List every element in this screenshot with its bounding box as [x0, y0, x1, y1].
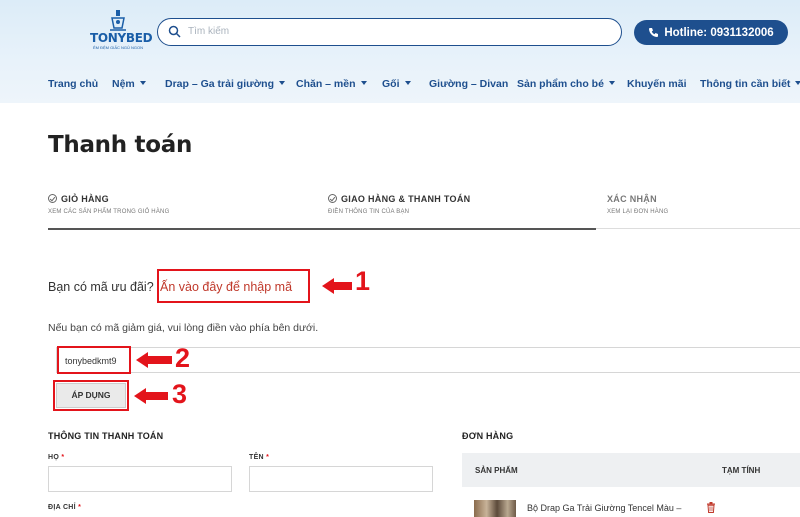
- search-input[interactable]: Tìm kiếm: [157, 18, 622, 46]
- step-progress-todo: [596, 228, 800, 229]
- step-progress-done: [48, 228, 596, 230]
- product-name[interactable]: Bộ Drap Ga Trải Giường Tencel Màu –: [527, 503, 681, 513]
- annotation-arrow-3-icon: [134, 388, 168, 404]
- step-confirm: XÁC NHẬN XEM LẠI ĐƠN HÀNG: [607, 194, 668, 215]
- logo-tagline: ÊM ĐỆM GIẤC NGỦ NGON: [92, 45, 143, 50]
- annotation-number-2: 2: [175, 343, 191, 373]
- nav-item-pillow[interactable]: Gối: [382, 78, 411, 90]
- nav-item-bedsheet[interactable]: Drap – Ga trải giường: [165, 78, 286, 90]
- order-title: ĐƠN HÀNG: [462, 431, 514, 441]
- step-cart[interactable]: GIỎ HÀNG XEM CÁC SẢN PHẨM TRONG GIỎ HÀNG: [48, 194, 169, 215]
- search-icon: [168, 25, 181, 38]
- nav-item-promotion[interactable]: Khuyến mãi: [627, 78, 687, 90]
- last-name-label: HỌ *: [48, 454, 65, 461]
- annotation-arrow-1-icon: [322, 278, 352, 294]
- step-title: GIỎ HÀNG: [61, 194, 109, 204]
- logo-mark-icon: [107, 8, 129, 32]
- chevron-down-icon: [404, 81, 411, 85]
- annotation-box-3: [53, 380, 129, 411]
- annotation-number-1: 1: [355, 266, 371, 296]
- step-shipping[interactable]: GIAO HÀNG & THANH TOÁN ĐIỀN THÔNG TIN CỦ…: [328, 194, 470, 215]
- col-product: SẢN PHẨM: [475, 466, 518, 475]
- check-circle-icon: [48, 194, 57, 203]
- product-thumbnail[interactable]: [474, 500, 516, 517]
- phone-icon: [649, 28, 659, 37]
- step-subtitle: XEM LẠI ĐƠN HÀNG: [607, 209, 669, 215]
- site-header: TONYBED ÊM ĐỆM GIẤC NGỦ NGON Tìm kiếm Ho…: [0, 0, 800, 103]
- step-title: XÁC NHẬN: [607, 194, 657, 204]
- billing-title: THÔNG TIN THANH TOÁN: [48, 431, 164, 441]
- chevron-down-icon: [608, 81, 615, 85]
- chevron-down-icon: [360, 81, 367, 85]
- address-label: ĐỊA CHỈ *: [48, 504, 82, 511]
- hotline-button[interactable]: Hotline: 0931132006: [634, 20, 788, 45]
- chevron-down-icon: [795, 81, 800, 85]
- hotline-label: Hotline: 0931132006: [664, 26, 774, 39]
- logo-brand: TONYBED: [90, 31, 153, 45]
- search-placeholder: Tìm kiếm: [188, 26, 230, 37]
- chevron-down-icon: [279, 81, 286, 85]
- step-title: GIAO HÀNG & THANH TOÁN: [341, 194, 471, 204]
- nav-item-mattress[interactable]: Nệm: [112, 78, 146, 90]
- coupon-help-text: Nếu bạn có mã giảm giá, vui lòng điền và…: [48, 322, 319, 334]
- annotation-box-2: [57, 346, 131, 374]
- first-name-label: TÊN *: [249, 454, 270, 461]
- step-subtitle: XEM CÁC SẢN PHẨM TRONG GIỎ HÀNG: [48, 209, 170, 215]
- annotation-box-1: [157, 269, 310, 303]
- nav-item-home[interactable]: Trang chủ: [48, 78, 98, 90]
- annotation-number-3: 3: [172, 379, 188, 409]
- trash-icon[interactable]: [706, 502, 716, 513]
- nav-item-baby[interactable]: Sản phẩm cho bé: [517, 78, 615, 90]
- first-name-field[interactable]: [249, 466, 433, 492]
- last-name-field[interactable]: [48, 466, 232, 492]
- order-table-header: SẢN PHẨM TẠM TÍNH: [462, 453, 800, 487]
- coupon-question: Bạn có mã ưu đãi?: [48, 280, 154, 294]
- logo[interactable]: TONYBED ÊM ĐỆM GIẤC NGỦ NGON: [90, 8, 153, 58]
- chevron-down-icon: [139, 81, 146, 85]
- step-subtitle: ĐIỀN THÔNG TIN CỦA BẠN: [328, 209, 410, 215]
- nav-item-blanket[interactable]: Chăn – mền: [296, 78, 367, 90]
- page-title: Thanh toán: [48, 132, 193, 158]
- check-circle-icon: [328, 194, 337, 203]
- annotation-arrow-2-icon: [136, 352, 172, 368]
- nav-item-bed-divan[interactable]: Giường – Divan: [429, 78, 508, 90]
- nav-item-info[interactable]: Thông tin cần biết: [700, 78, 800, 90]
- col-subtotal: TẠM TÍNH: [722, 466, 761, 475]
